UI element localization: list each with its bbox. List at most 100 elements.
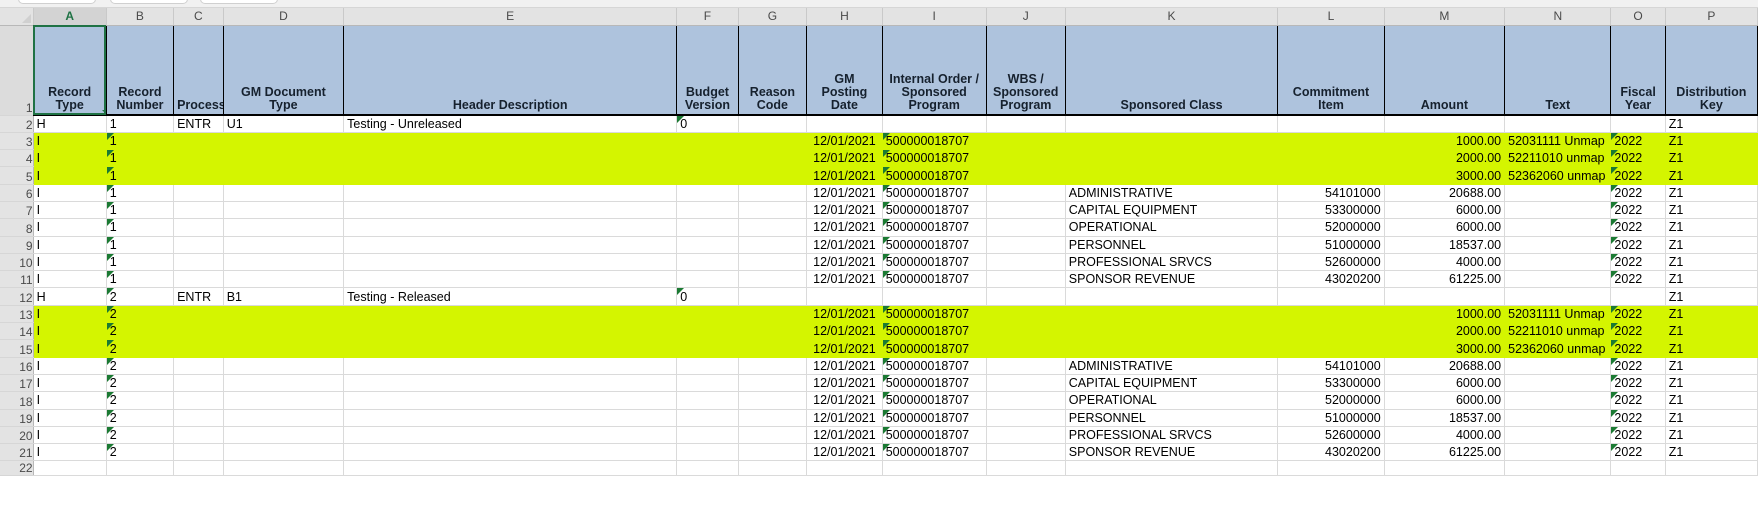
cell-d3[interactable] xyxy=(223,132,345,151)
cell-p16[interactable]: Z1 xyxy=(1665,357,1758,375)
table-row[interactable]: 9 I 1 12/01/2021 500000018707 PERSONNEL 510000… xyxy=(0,236,1758,254)
row-number-4[interactable]: 4 xyxy=(0,149,34,168)
cell-e8[interactable] xyxy=(343,218,678,237)
cell-h14[interactable]: 12/01/2021 xyxy=(806,322,883,341)
header-cell-c1[interactable]: Process xyxy=(173,25,224,116)
header-cell-o1[interactable]: Fiscal Year xyxy=(1610,25,1666,116)
column-header-a[interactable]: A xyxy=(33,8,107,26)
cell-c8[interactable] xyxy=(173,218,224,237)
row-number-12[interactable]: 12 xyxy=(0,287,34,306)
cell-f15[interactable] xyxy=(676,339,739,358)
cell-i14[interactable]: 500000018707 xyxy=(882,322,987,341)
cell-i10[interactable]: 500000018707 xyxy=(882,253,987,272)
cell-g19[interactable] xyxy=(738,409,808,427)
cell-a11[interactable]: I xyxy=(33,270,107,289)
table-row[interactable]: 20 I 2 12/01/2021 500000018707 PROFESSIONAL S… xyxy=(0,426,1758,445)
cell-j8[interactable] xyxy=(986,218,1066,237)
cell-f2[interactable]: 0 xyxy=(676,115,739,133)
cell-e15[interactable] xyxy=(343,339,678,358)
cell-o13[interactable]: 2022 xyxy=(1610,305,1666,324)
cell-d10[interactable] xyxy=(223,253,345,272)
cell-f19[interactable] xyxy=(676,409,739,427)
cell-f12[interactable]: 0 xyxy=(676,287,739,306)
cell-d19[interactable] xyxy=(223,409,345,427)
cell-i22[interactable] xyxy=(882,460,987,477)
cell-b20[interactable]: 2 xyxy=(106,426,175,445)
row-number-14[interactable]: 14 xyxy=(0,322,34,341)
header-cell-a1[interactable]: Record Type xyxy=(33,25,107,116)
cell-i11[interactable]: 500000018707 xyxy=(882,270,987,289)
cell-l2[interactable] xyxy=(1277,115,1385,133)
cell-i20[interactable]: 500000018707 xyxy=(882,426,987,445)
cell-d16[interactable] xyxy=(223,357,345,375)
cell-b8[interactable]: 1 xyxy=(106,218,175,237)
row-number-18[interactable]: 18 xyxy=(0,391,34,410)
cell-e14[interactable] xyxy=(343,322,678,341)
cell-c7[interactable] xyxy=(173,201,224,220)
column-header-l[interactable]: L xyxy=(1277,8,1385,26)
cell-h12[interactable] xyxy=(806,287,883,306)
cell-b15[interactable]: 2 xyxy=(106,339,175,358)
cell-i2[interactable] xyxy=(882,115,987,133)
table-row[interactable]: 4 I 1 12/01/2021 500000018707 2000.00 52211010… xyxy=(0,149,1758,168)
table-row[interactable]: 19 I 2 12/01/2021 500000018707 PERSONNEL 51000… xyxy=(0,409,1758,427)
cell-m12[interactable] xyxy=(1384,287,1506,306)
cell-c11[interactable] xyxy=(173,270,224,289)
cell-j10[interactable] xyxy=(986,253,1066,272)
table-row[interactable]: 8 I 1 12/01/2021 500000018707 OPERATIONAL 5200… xyxy=(0,218,1758,237)
cell-m8[interactable]: 6000.00 xyxy=(1384,218,1506,237)
cell-a15[interactable]: I xyxy=(33,339,107,358)
cell-p8[interactable]: Z1 xyxy=(1665,218,1758,237)
header-cell-f1[interactable]: Budget Version xyxy=(676,25,739,116)
cell-j15[interactable] xyxy=(986,339,1066,358)
cell-m5[interactable]: 3000.00 xyxy=(1384,166,1506,185)
cell-f3[interactable] xyxy=(676,132,739,151)
cell-j14[interactable] xyxy=(986,322,1066,341)
cell-m17[interactable]: 6000.00 xyxy=(1384,374,1506,393)
cell-j19[interactable] xyxy=(986,409,1066,427)
cell-i15[interactable]: 500000018707 xyxy=(882,339,987,358)
cell-n3[interactable]: 52031111 Unmap xyxy=(1504,132,1612,151)
column-header-m[interactable]: M xyxy=(1384,8,1506,26)
cell-g10[interactable] xyxy=(738,253,808,272)
cell-b17[interactable]: 2 xyxy=(106,374,175,393)
cell-c2[interactable]: ENTR xyxy=(173,115,224,133)
cell-o17[interactable]: 2022 xyxy=(1610,374,1666,393)
column-header-h[interactable]: H xyxy=(806,8,883,26)
cell-h16[interactable]: 12/01/2021 xyxy=(806,357,883,375)
column-header-n[interactable]: N xyxy=(1504,8,1612,26)
cell-b7[interactable]: 1 xyxy=(106,201,175,220)
cell-b5[interactable]: 1 xyxy=(106,166,175,185)
cell-k5[interactable] xyxy=(1065,166,1279,185)
cell-e4[interactable] xyxy=(343,149,678,168)
cell-g14[interactable] xyxy=(738,322,808,341)
cell-c3[interactable] xyxy=(173,132,224,151)
column-header-o[interactable]: O xyxy=(1610,8,1666,26)
row-number-21[interactable]: 21 xyxy=(0,443,34,462)
cell-p14[interactable]: Z1 xyxy=(1665,322,1758,341)
row-number-16[interactable]: 16 xyxy=(0,357,34,375)
row-number-19[interactable]: 19 xyxy=(0,409,34,427)
cell-o4[interactable]: 2022 xyxy=(1610,149,1666,168)
cell-c22[interactable] xyxy=(173,460,224,477)
cell-i9[interactable]: 500000018707 xyxy=(882,236,987,254)
cell-p17[interactable]: Z1 xyxy=(1665,374,1758,393)
cell-m14[interactable]: 2000.00 xyxy=(1384,322,1506,341)
cell-m22[interactable] xyxy=(1384,460,1506,477)
cell-i12[interactable] xyxy=(882,287,987,306)
cell-h10[interactable]: 12/01/2021 xyxy=(806,253,883,272)
row-number-2[interactable]: 2 xyxy=(0,115,34,133)
cell-c14[interactable] xyxy=(173,322,224,341)
cell-h20[interactable]: 12/01/2021 xyxy=(806,426,883,445)
cell-h22[interactable] xyxy=(806,460,883,477)
cell-g9[interactable] xyxy=(738,236,808,254)
cell-l10[interactable]: 52600000 xyxy=(1277,253,1385,272)
cell-n14[interactable]: 52211010 unmap xyxy=(1504,322,1612,341)
cell-k11[interactable]: SPONSOR REVENUE xyxy=(1065,270,1279,289)
cell-j7[interactable] xyxy=(986,201,1066,220)
cell-a6[interactable]: I xyxy=(33,184,107,202)
cell-n17[interactable] xyxy=(1504,374,1612,393)
column-header-b[interactable]: B xyxy=(106,8,175,26)
cell-f5[interactable] xyxy=(676,166,739,185)
header-cell-l1[interactable]: Commitment Item xyxy=(1277,25,1385,116)
